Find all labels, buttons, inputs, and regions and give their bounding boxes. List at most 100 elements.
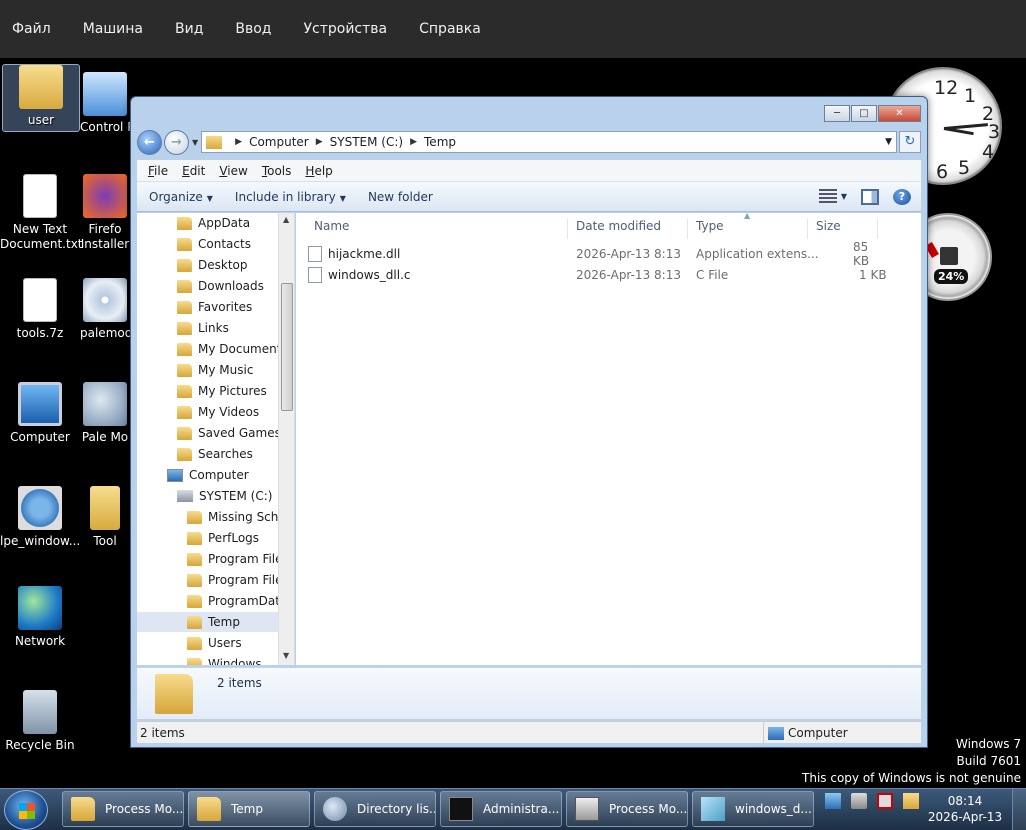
- volume-icon[interactable]: [851, 793, 867, 809]
- tree-item-contacts[interactable]: Contacts: [177, 234, 251, 254]
- maximize-button[interactable]: □: [851, 105, 877, 122]
- vm-menu-file[interactable]: Файл: [12, 21, 51, 37]
- folder-icon: [177, 258, 192, 272]
- menu-file[interactable]: File: [148, 164, 168, 178]
- sort-arrow-icon: ▲: [744, 211, 751, 220]
- new-folder-button[interactable]: New folder: [368, 190, 433, 204]
- desktop-icon-pale-moon[interactable]: Pale Mo: [80, 382, 130, 445]
- scroll-up-icon[interactable]: ▲: [283, 215, 289, 224]
- tree-item-program-files[interactable]: Program File:: [187, 549, 287, 569]
- desktop-icon-lpe-window[interactable]: lpe_window...: [0, 486, 80, 549]
- taskbar-button[interactable]: Process Mo...: [566, 791, 688, 827]
- vm-menu-machine[interactable]: Машина: [83, 21, 143, 37]
- vm-menu-view[interactable]: Вид: [175, 21, 203, 37]
- column-header-name[interactable]: Name: [306, 219, 568, 239]
- vm-menu-help[interactable]: Справка: [419, 21, 481, 37]
- file-row[interactable]: hijackme.dll 2026-Apr-13 8:13 Applicatio…: [308, 240, 888, 268]
- scrollbar-thumb[interactable]: [281, 283, 293, 411]
- tree-item-links[interactable]: Links: [177, 318, 229, 338]
- tree-item-windows[interactable]: Windows: [187, 654, 262, 665]
- back-button[interactable]: ←: [137, 129, 162, 155]
- menu-tools[interactable]: Tools: [262, 164, 292, 178]
- desktop-icon-user[interactable]: user: [2, 64, 80, 132]
- tree-item-perflogs[interactable]: PerfLogs: [187, 528, 259, 548]
- tree-item-my-videos[interactable]: My Videos: [177, 402, 259, 422]
- tree-item-desktop[interactable]: Desktop: [177, 255, 248, 275]
- tree-item-system-c[interactable]: SYSTEM (C:): [177, 486, 272, 506]
- preview-pane-icon[interactable]: [861, 188, 879, 205]
- breadcrumb-arrow-icon[interactable]: ▶: [410, 137, 417, 147]
- drive-icon: [177, 490, 193, 502]
- tree-item-my-music[interactable]: My Music: [177, 360, 253, 380]
- file-row[interactable]: windows_dll.c 2026-Apr-13 8:13 C File 1 …: [308, 265, 888, 285]
- breadcrumb-computer[interactable]: Computer: [249, 135, 309, 149]
- view-dropdown-icon[interactable]: ▼: [841, 192, 847, 201]
- show-desktop-button[interactable]: [1012, 789, 1026, 830]
- taskbar-button[interactable]: windows_d...: [692, 791, 814, 827]
- taskbar-button[interactable]: Administra...: [440, 791, 562, 827]
- change-view-icon[interactable]: [818, 188, 837, 205]
- tree-item-my-documents[interactable]: My Documents: [177, 339, 288, 359]
- desktop-icon-palemoon-installer[interactable]: palemoo: [80, 278, 130, 341]
- desktop-icon-new-text-document[interactable]: New Text Document.txt: [0, 174, 83, 252]
- desktop-icon-tools-7z[interactable]: tools.7z: [0, 278, 80, 341]
- tree-item-program-files-x86[interactable]: Program File:: [187, 570, 287, 590]
- start-button[interactable]: [4, 790, 48, 830]
- tree-item-programdata[interactable]: ProgramData: [187, 591, 287, 611]
- tree-item-users[interactable]: Users: [187, 633, 242, 653]
- tree-item-my-pictures[interactable]: My Pictures: [177, 381, 267, 401]
- forward-button[interactable]: →: [164, 129, 189, 155]
- column-header-type[interactable]: Type: [688, 219, 808, 239]
- address-bar[interactable]: ▶ Computer ▶ SYSTEM (C:) ▶ Temp ▼: [201, 131, 897, 153]
- desktop-icon-firefox-installer[interactable]: Firefo Installer: [80, 174, 130, 252]
- menu-help[interactable]: Help: [305, 164, 332, 178]
- desktop-icon-control-panel[interactable]: Control P: [80, 72, 130, 135]
- help-icon[interactable]: ?: [893, 188, 911, 205]
- taskbar-button-active[interactable]: Temp: [188, 791, 310, 827]
- folder-icon: [187, 552, 202, 566]
- tree-item-missing-sche[interactable]: Missing Sche: [187, 507, 286, 527]
- taskbar-clock[interactable]: 08:14 2026-Apr-13: [924, 793, 1006, 825]
- desktop-icon-computer[interactable]: Computer: [0, 382, 80, 445]
- close-button[interactable]: ✕: [878, 105, 921, 122]
- column-header-size[interactable]: Size: [808, 219, 878, 239]
- tree-item-favorites[interactable]: Favorites: [177, 297, 252, 317]
- folder-icon: [197, 797, 221, 821]
- organize-button[interactable]: Organize ▼: [149, 190, 213, 204]
- tree-item-temp[interactable]: Temp: [137, 612, 279, 632]
- navigation-row: ← → ▼ ▶ Computer ▶ SYSTEM (C:) ▶ Temp ▼ …: [137, 129, 921, 155]
- desktop-icon-recycle-bin[interactable]: Recycle Bin: [0, 690, 80, 753]
- file-name: windows_dll.c: [328, 268, 411, 282]
- breadcrumb-temp[interactable]: Temp: [424, 135, 456, 149]
- tree-item-appdata[interactable]: AppData: [177, 213, 250, 233]
- breadcrumb-arrow-icon[interactable]: ▶: [235, 137, 242, 147]
- usb-icon[interactable]: [903, 793, 919, 809]
- tree-item-downloads[interactable]: Downloads: [177, 276, 264, 296]
- clock-time: 08:14: [947, 794, 983, 808]
- minimize-button[interactable]: ─: [824, 105, 850, 122]
- taskbar-button[interactable]: Directory lis...: [314, 791, 436, 827]
- scroll-down-icon[interactable]: ▼: [283, 651, 289, 660]
- column-header-date[interactable]: Date modified: [568, 219, 688, 239]
- tree-item-computer[interactable]: Computer: [167, 465, 249, 485]
- desktop-icon-label: Firefo Installer: [80, 222, 130, 251]
- recent-pages-dropdown[interactable]: ▼: [192, 138, 198, 147]
- refresh-button[interactable]: ↻: [899, 131, 921, 153]
- include-in-library-button[interactable]: Include in library ▼: [235, 190, 346, 204]
- navigation-scrollbar[interactable]: ▲ ▼: [278, 213, 294, 665]
- vm-menu-devices[interactable]: Устройства: [304, 21, 388, 37]
- config-file-icon: [18, 486, 62, 530]
- tree-item-saved-games[interactable]: Saved Games: [177, 423, 281, 443]
- tree-item-searches[interactable]: Searches: [177, 444, 253, 464]
- desktop-icon-tool-folder[interactable]: Tool: [80, 486, 130, 549]
- breadcrumb-system-c[interactable]: SYSTEM (C:): [330, 135, 403, 149]
- breadcrumb-arrow-icon[interactable]: ▶: [316, 137, 323, 147]
- desktop-icon-network[interactable]: Network: [0, 586, 80, 649]
- taskbar-button[interactable]: Process Mo...: [62, 791, 184, 827]
- menu-view[interactable]: View: [219, 164, 247, 178]
- address-dropdown-icon[interactable]: ▼: [885, 137, 892, 147]
- menu-edit[interactable]: Edit: [182, 164, 205, 178]
- vm-menu-input[interactable]: Ввод: [235, 21, 271, 37]
- action-center-icon[interactable]: [877, 793, 893, 809]
- network-tray-icon[interactable]: [825, 793, 841, 809]
